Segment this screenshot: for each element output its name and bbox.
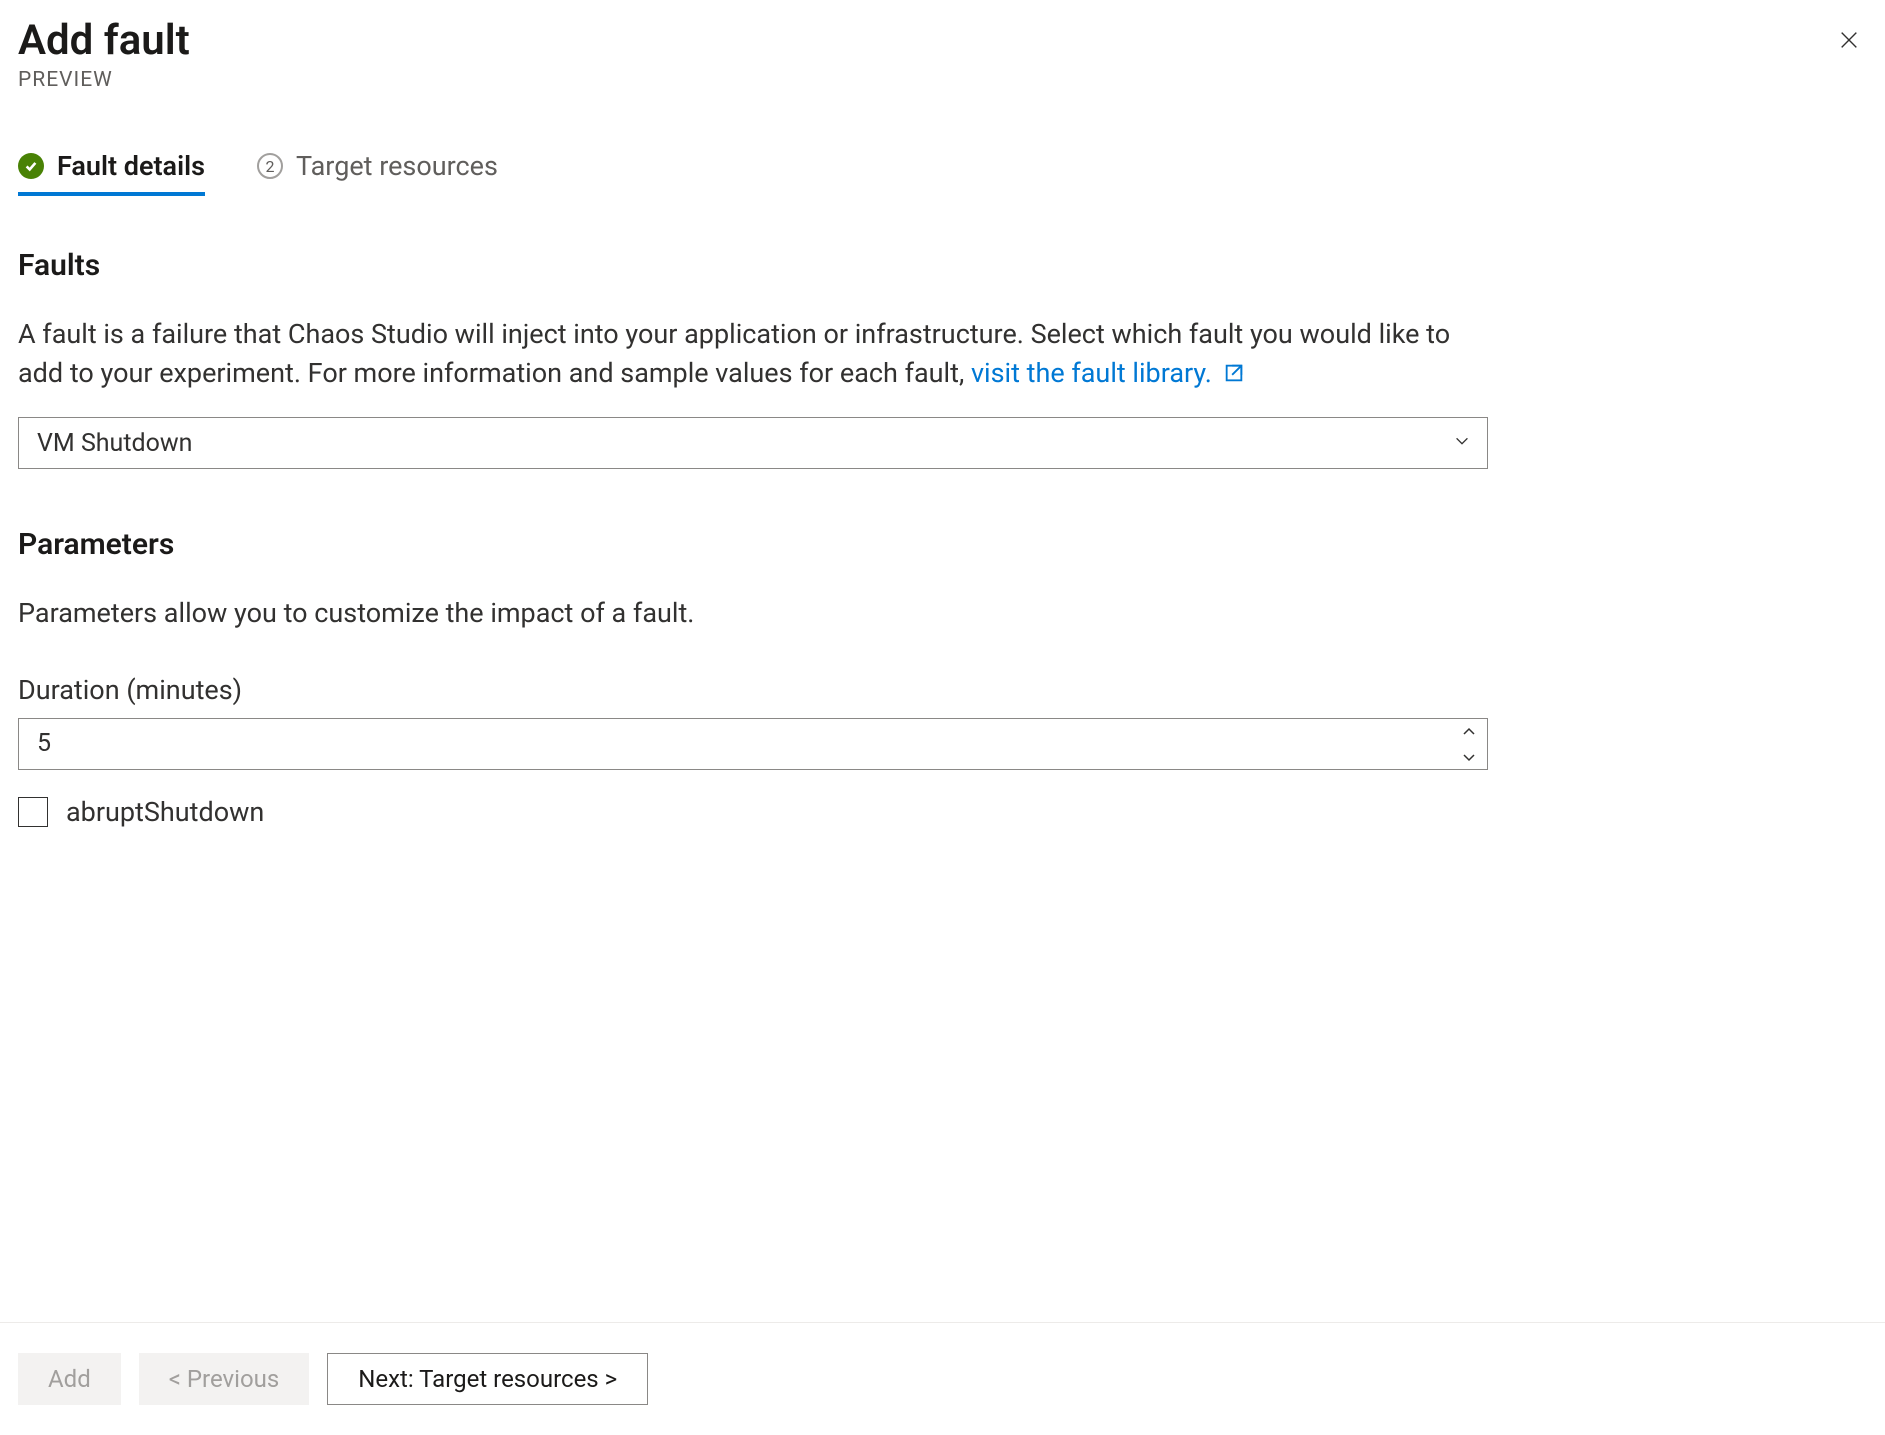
preview-badge: PREVIEW <box>18 68 190 92</box>
abrupt-shutdown-label: abruptShutdown <box>66 796 264 828</box>
tab-target-resources[interactable]: 2 Target resources <box>257 150 498 196</box>
chevron-down-icon <box>1453 432 1471 454</box>
tab-fault-details[interactable]: Fault details <box>18 150 205 196</box>
checkmark-icon <box>18 153 44 179</box>
fault-select[interactable]: VM Shutdown <box>18 417 1488 469</box>
add-button: Add <box>18 1353 121 1405</box>
fault-library-link[interactable]: visit the fault library. <box>971 357 1212 389</box>
page-title: Add fault <box>18 18 190 64</box>
duration-input[interactable] <box>19 719 1449 769</box>
previous-button: < Previous <box>139 1353 310 1405</box>
parameters-description: Parameters allow you to customize the im… <box>18 594 1488 633</box>
duration-increment-button[interactable] <box>1450 719 1487 744</box>
link-text: visit the fault library. <box>971 357 1212 389</box>
duration-label: Duration (minutes) <box>18 674 1488 706</box>
chevron-up-icon <box>1462 722 1476 741</box>
tab-label: Target resources <box>296 150 498 182</box>
fault-select-value: VM Shutdown <box>37 429 192 458</box>
close-button[interactable] <box>1831 24 1867 60</box>
parameters-heading: Parameters <box>18 527 1488 562</box>
close-icon <box>1838 29 1860 55</box>
next-button[interactable]: Next: Target resources > <box>327 1353 648 1405</box>
wizard-footer: Add < Previous Next: Target resources > <box>0 1322 1885 1435</box>
duration-stepper[interactable] <box>18 718 1488 770</box>
external-link-icon <box>1223 356 1245 395</box>
tab-label: Fault details <box>57 150 205 182</box>
faults-description: A fault is a failure that Chaos Studio w… <box>18 315 1488 395</box>
faults-heading: Faults <box>18 248 1488 283</box>
chevron-down-icon <box>1462 747 1476 766</box>
wizard-tabs: Fault details 2 Target resources <box>18 150 1867 196</box>
abrupt-shutdown-checkbox[interactable] <box>18 797 48 827</box>
duration-decrement-button[interactable] <box>1450 744 1487 769</box>
step-number-icon: 2 <box>257 153 283 179</box>
